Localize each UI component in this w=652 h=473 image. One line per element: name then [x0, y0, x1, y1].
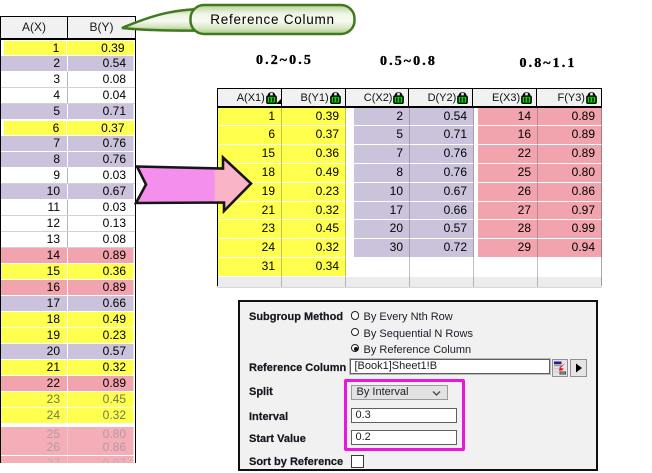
svg-text:Reference Column: Reference Column: [210, 12, 335, 27]
